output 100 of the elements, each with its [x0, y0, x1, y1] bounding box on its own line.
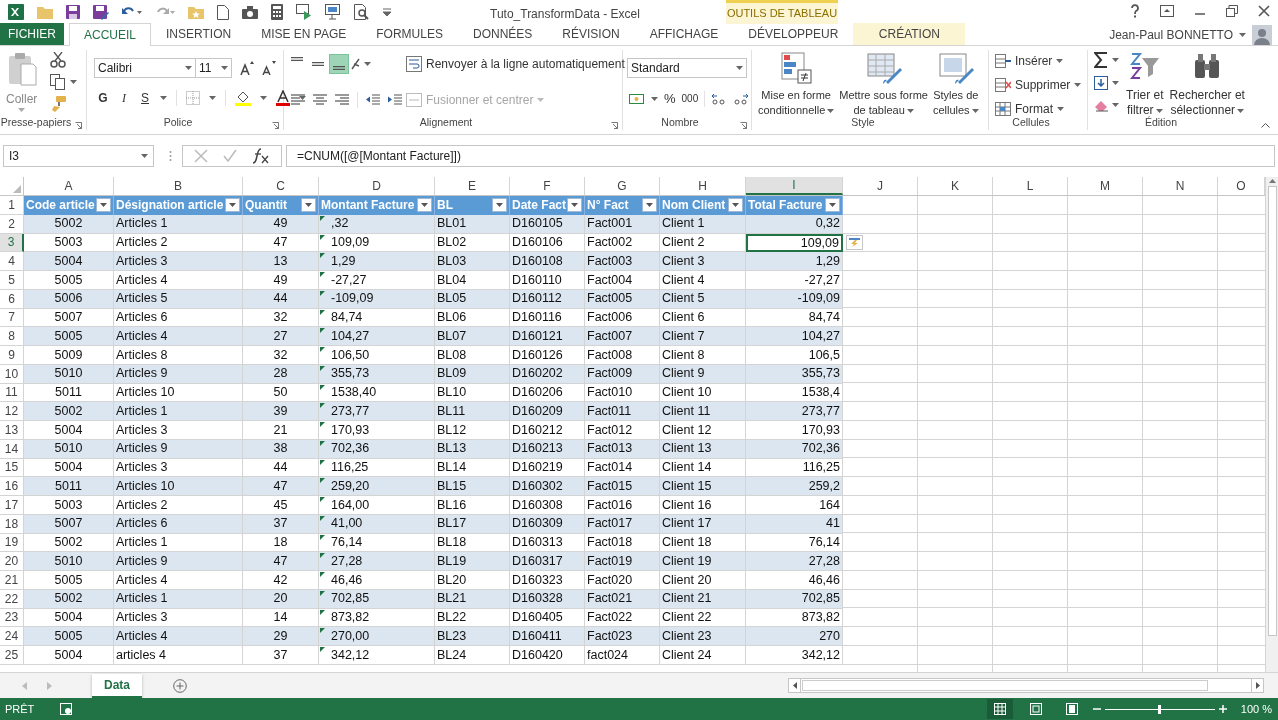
caret-icon[interactable] — [906, 108, 914, 113]
scissors-icon[interactable] — [50, 52, 66, 68]
collapse-ribbon-icon[interactable] — [1261, 122, 1270, 128]
column-header[interactable]: L — [993, 177, 1068, 195]
caret-icon[interactable] — [70, 80, 77, 84]
column-header[interactable]: E — [435, 177, 510, 195]
font-name-field[interactable]: Calibri — [94, 58, 196, 78]
cell-styles-button[interactable]: Styles de cellules — [930, 52, 981, 118]
help-icon[interactable] — [1130, 4, 1140, 18]
sort-filter-button[interactable]: Trier et filtrer — [1126, 52, 1164, 118]
dialog-launcher-icon[interactable] — [75, 122, 82, 129]
clipboard-icon[interactable] — [6, 52, 37, 86]
caret-icon[interactable] — [209, 96, 216, 100]
column-header[interactable]: I — [746, 177, 843, 195]
caret-icon[interactable] — [971, 108, 979, 113]
customize-caret-icon[interactable] — [383, 8, 391, 16]
font-size-field[interactable]: 11 — [196, 58, 232, 78]
filter-button[interactable] — [96, 198, 111, 213]
zoom-level[interactable]: 100 % — [1240, 700, 1272, 718]
caret-icon[interactable] — [1112, 58, 1119, 62]
wrap-text-button[interactable]: Renvoyer à la ligne automatiquement — [426, 55, 625, 73]
insert-cells-icon[interactable] — [995, 54, 1011, 68]
function-icon[interactable] — [251, 148, 270, 164]
add-sheet-icon[interactable] — [173, 678, 187, 693]
save-icon[interactable] — [66, 5, 80, 19]
caret-icon[interactable] — [651, 96, 658, 101]
fill-down-icon[interactable] — [1094, 76, 1108, 90]
autosum-icon[interactable] — [1094, 52, 1108, 68]
caret-icon[interactable] — [260, 96, 267, 100]
paste-button[interactable]: Coller — [6, 52, 38, 112]
camera-icon[interactable] — [242, 5, 258, 19]
ribbon-tab[interactable]: AFFICHAGE — [634, 23, 734, 45]
merge-cells-icon[interactable] — [406, 93, 422, 107]
align-right-icon[interactable] — [335, 94, 349, 106]
save-edit-icon[interactable] — [93, 4, 109, 20]
grow-font-icon[interactable] — [240, 61, 254, 75]
document-icon[interactable] — [217, 4, 229, 20]
filter-button[interactable] — [825, 198, 840, 213]
macro-record-icon[interactable] — [60, 703, 73, 715]
copy-icon[interactable] — [50, 74, 66, 90]
caret-icon[interactable] — [1112, 103, 1119, 107]
caret-icon[interactable] — [571, 203, 578, 208]
caret-icon[interactable] — [1112, 81, 1119, 85]
decrease-decimal-icon[interactable] — [733, 91, 750, 106]
bold-button[interactable]: G — [97, 89, 109, 107]
increase-decimal-icon[interactable] — [711, 91, 728, 106]
slideshow-icon[interactable] — [296, 4, 312, 20]
align-center-icon[interactable] — [313, 94, 327, 106]
column-header[interactable]: J — [843, 177, 918, 195]
fill-color-icon[interactable] — [235, 90, 251, 106]
filter-button[interactable] — [567, 198, 582, 213]
sheet-tab[interactable]: Data — [92, 673, 142, 698]
filter-button[interactable] — [301, 198, 316, 213]
thousands-button[interactable]: 000 — [681, 91, 699, 107]
quick-analysis-button[interactable] — [846, 234, 863, 250]
column-header[interactable]: N — [1143, 177, 1218, 195]
caret-icon[interactable] — [305, 203, 312, 208]
currency-icon[interactable] — [629, 91, 645, 106]
align-left-icon[interactable] — [291, 94, 305, 106]
delete-cells-icon[interactable] — [995, 78, 1011, 92]
align-bottom-button[interactable] — [329, 54, 349, 74]
zoom-slider[interactable] — [1104, 704, 1215, 714]
font-color-icon[interactable] — [276, 90, 290, 106]
caret-icon[interactable] — [1237, 108, 1245, 113]
column-header[interactable]: K — [918, 177, 993, 195]
print-preview-icon[interactable] — [354, 4, 370, 20]
zoom-in-icon[interactable] — [1218, 705, 1227, 713]
cells-menu-button[interactable]: Supprimer — [1015, 76, 1071, 94]
horizontal-scrollbar[interactable] — [788, 678, 1264, 693]
eraser-icon[interactable] — [1094, 98, 1108, 112]
format-painter-icon[interactable] — [50, 96, 66, 112]
caret-icon[interactable] — [299, 96, 306, 100]
user-name[interactable]: Jean-Paul BONNETTO — [1109, 26, 1233, 44]
wrap-text-icon[interactable] — [406, 56, 422, 72]
dialog-launcher-icon[interactable] — [611, 122, 618, 129]
format-cells-icon[interactable] — [995, 102, 1011, 116]
caret-icon[interactable] — [1056, 59, 1064, 63]
vertical-scrollbar[interactable] — [1265, 177, 1278, 672]
caret-icon[interactable] — [1057, 107, 1064, 111]
caret-icon[interactable] — [646, 203, 653, 208]
zoom-out-icon[interactable] — [1092, 705, 1101, 713]
number-format-field[interactable]: Standard — [627, 58, 747, 78]
filter-button[interactable] — [225, 198, 240, 213]
caret-icon[interactable] — [421, 203, 428, 208]
ribbon-tab[interactable]: MISE EN PAGE — [246, 23, 362, 45]
underline-button[interactable]: S — [139, 89, 151, 107]
caret-icon[interactable] — [829, 203, 836, 208]
caret-icon[interactable] — [827, 108, 835, 113]
caret-icon[interactable] — [1155, 108, 1163, 113]
dialog-launcher-icon[interactable] — [740, 122, 747, 129]
caret-icon[interactable] — [1074, 83, 1082, 87]
column-header[interactable]: B — [114, 177, 243, 195]
filter-button[interactable] — [417, 198, 432, 213]
ribbon-tab[interactable]: INSERTION — [151, 23, 247, 45]
caret-icon[interactable] — [1239, 33, 1246, 37]
column-header[interactable]: F — [510, 177, 585, 195]
find-select-button[interactable]: Rechercher et sélectionner — [1169, 52, 1245, 118]
ribbon-tab[interactable]: CRÉATION — [853, 23, 966, 45]
italic-button[interactable]: I — [118, 89, 130, 107]
column-header[interactable]: M — [1068, 177, 1143, 195]
